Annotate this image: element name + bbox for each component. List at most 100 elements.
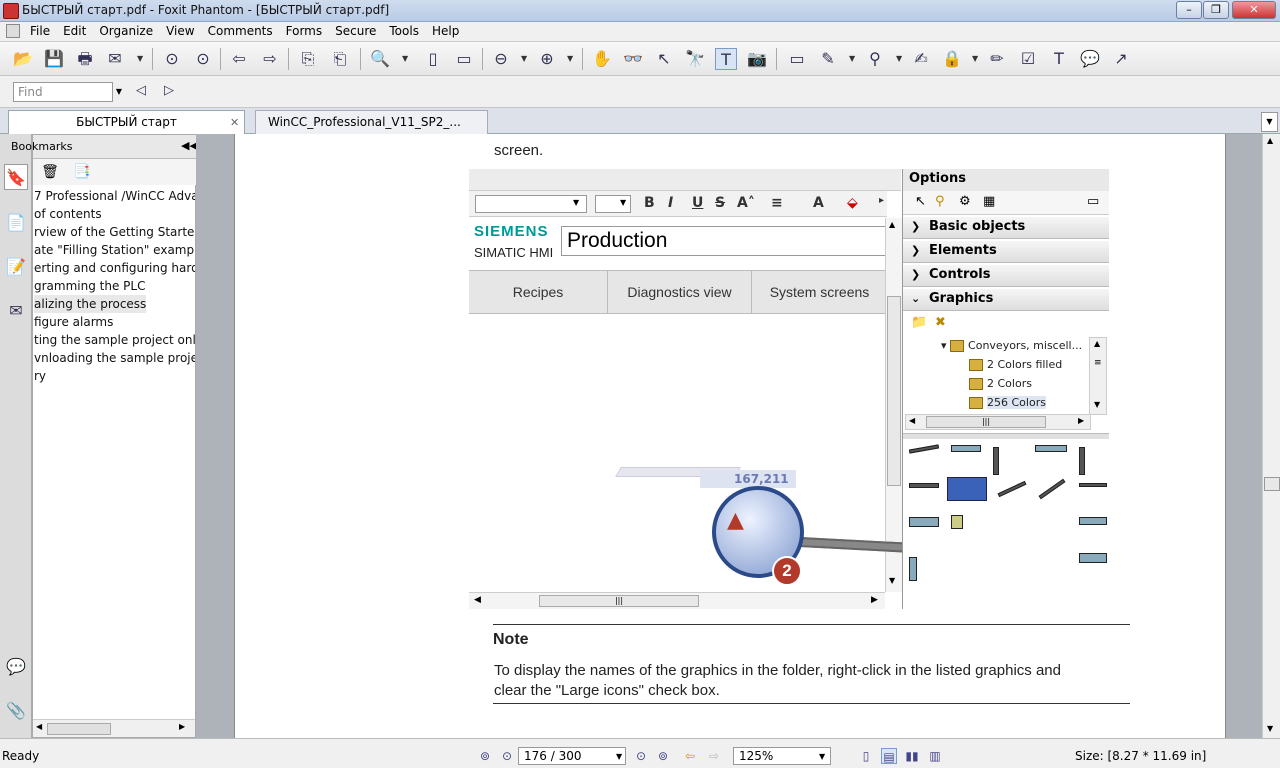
select-tool-icon[interactable]: ↖ (653, 48, 675, 70)
bookmark-item[interactable]: rview of the Getting Started (34, 223, 195, 241)
zoom-in-icon[interactable]: 🔍 (369, 48, 391, 70)
scroll-up-icon[interactable]: ▲ (1267, 136, 1273, 145)
scroll-left-icon[interactable]: ◀ (36, 722, 42, 731)
print-icon[interactable]: 🖶 (74, 48, 96, 70)
find-next-icon[interactable]: ▷ (158, 80, 180, 102)
menu-item-edit[interactable]: Edit (63, 24, 86, 38)
bookmark-item[interactable]: figure alarms (34, 313, 113, 331)
add-bookmark-icon[interactable]: 📑 (73, 163, 91, 181)
email-icon[interactable]: ✉ (104, 48, 126, 70)
next-page-status-icon[interactable]: ⊙ (633, 748, 649, 764)
bookmark-item[interactable]: ting the sample project onlin (34, 331, 195, 349)
typewriter-icon[interactable]: ▭ (786, 48, 808, 70)
go-back-icon[interactable]: ⇦ (682, 748, 698, 764)
arrow-tool-icon[interactable]: ↗ (1110, 48, 1132, 70)
pages-panel-icon[interactable]: 📄 (4, 210, 28, 236)
loupe-tool-icon[interactable]: 👓 (622, 48, 644, 70)
continuous-facing-view-icon[interactable]: ▥ (927, 748, 943, 764)
open-icon[interactable]: 📂 (12, 48, 34, 70)
zoom-level-input[interactable]: 125% (733, 747, 831, 765)
snapshot-icon[interactable]: 📷 (746, 48, 768, 70)
previous-page-icon[interactable]: ⊙ (161, 48, 183, 70)
scroll-down-icon[interactable]: ▼ (1267, 724, 1273, 733)
menu-item-comments[interactable]: Comments (208, 24, 273, 38)
fit-width-icon[interactable]: ▭ (453, 48, 475, 70)
document-scroll-thumb[interactable] (1264, 477, 1280, 491)
insert-pages-icon[interactable]: ⎘ (297, 48, 319, 70)
go-forward-icon[interactable]: ⇨ (706, 748, 722, 764)
menu-item-file[interactable]: File (30, 24, 50, 38)
fit-page-icon[interactable]: ▯ (422, 48, 444, 70)
delete-bookmark-icon[interactable]: 🗑 (41, 163, 59, 181)
bookmarks-horizontal-scrollbar[interactable]: ◀ ▶ (33, 719, 195, 737)
secure-lock-icon[interactable]: 🔒 (941, 48, 963, 70)
menu-item-tools[interactable]: Tools (389, 24, 419, 38)
single-page-view-icon[interactable]: ▯ (858, 748, 874, 764)
stamp-dropdown-icon[interactable]: ▼ (896, 54, 902, 63)
bookmark-item[interactable]: 7 Professional /WinCC Advan (34, 187, 195, 205)
first-page-icon[interactable]: ⊚ (477, 748, 493, 764)
sign-icon[interactable]: ✍ (910, 48, 932, 70)
tab-bystryy-start[interactable]: БЫСТРЫЙ старт (8, 110, 245, 134)
save-icon[interactable]: 💾 (43, 48, 65, 70)
bookmark-item[interactable]: ry (34, 367, 46, 385)
zoom-out-dropdown-icon[interactable]: ▼ (521, 54, 527, 63)
layers-panel-icon[interactable]: 📝 (4, 254, 28, 280)
continuous-view-icon[interactable]: ▤ (881, 748, 897, 764)
last-page-icon[interactable]: ⊚ (655, 748, 671, 764)
zoom-plus-dropdown-icon[interactable]: ▼ (567, 54, 573, 63)
secure-dropdown-icon[interactable]: ▼ (972, 54, 978, 63)
form-check-icon[interactable]: ☑ (1017, 48, 1039, 70)
previous-page-status-icon[interactable]: ⊙ (499, 748, 515, 764)
document-menu-icon[interactable] (6, 24, 20, 38)
menu-item-view[interactable]: View (166, 24, 194, 38)
find-previous-icon[interactable]: ◁ (130, 80, 152, 102)
note-comment-icon[interactable]: 💬 (1079, 48, 1101, 70)
menu-item-secure[interactable]: Secure (335, 24, 376, 38)
tab-list-dropdown-icon[interactable]: ▼ (1261, 112, 1278, 132)
find-dropdown-icon[interactable]: ▼ (113, 82, 125, 102)
bookmark-item[interactable]: ate "Filling Station" example p (34, 241, 195, 259)
bookmark-item[interactable]: of contents (34, 205, 102, 223)
extract-pages-icon[interactable]: ⎗ (329, 48, 351, 70)
zoom-out-icon[interactable]: ⊖ (490, 48, 512, 70)
page-number-input[interactable]: 176 / 300 (518, 747, 626, 765)
facing-view-icon[interactable]: ▮▮ (904, 748, 920, 764)
pencil-icon[interactable]: ✏ (986, 48, 1008, 70)
bookmark-item[interactable]: alizing the process (34, 295, 147, 313)
stamp-icon[interactable]: ⚲ (864, 48, 886, 70)
edit-form-icon[interactable]: ✎ (817, 48, 839, 70)
menu-item-organize[interactable]: Organize (99, 24, 153, 38)
comments-panel-icon[interactable]: 💬 (4, 654, 28, 680)
menu-item-help[interactable]: Help (432, 24, 459, 38)
minimize-button[interactable]: – (1176, 1, 1202, 19)
back-arrow-icon[interactable]: ⇦ (228, 48, 250, 70)
bookmark-item[interactable]: gramming the PLC (34, 277, 145, 295)
tab-wincc-professional[interactable]: WinCC_Professional_V11_SP2_... (255, 110, 488, 134)
scroll-right-icon[interactable]: ▶ (179, 722, 185, 731)
bookmark-item[interactable]: vnloading the sample project (34, 349, 195, 367)
next-page-icon[interactable]: ⊙ (192, 48, 214, 70)
forward-arrow-icon[interactable]: ⇨ (259, 48, 281, 70)
foxit-app-icon[interactable] (3, 3, 19, 19)
scroll-thumb[interactable] (47, 723, 111, 735)
textbox-icon[interactable]: T (1048, 48, 1070, 70)
find-input[interactable]: Find (13, 82, 113, 102)
attachments-panel-icon[interactable]: 📎 (4, 698, 28, 724)
zoom-level-dropdown-icon[interactable]: ▼ (819, 752, 825, 761)
signatures-panel-icon[interactable]: ✉ (4, 298, 28, 324)
menu-item-forms[interactable]: Forms (286, 24, 322, 38)
hand-tool-icon[interactable]: ✋ (591, 48, 613, 70)
document-vertical-scrollbar[interactable]: ▲ ▼ (1262, 134, 1280, 738)
edit-form-dropdown-icon[interactable]: ▼ (849, 54, 855, 63)
bookmark-item[interactable]: erting and configuring hardwa (34, 259, 195, 277)
page-dropdown-icon[interactable]: ▼ (616, 752, 622, 761)
email-dropdown-icon[interactable]: ▼ (137, 54, 143, 63)
close-button[interactable]: ✕ (1232, 1, 1276, 19)
close-tab-icon[interactable]: ✕ (230, 116, 239, 129)
find-tool-icon[interactable]: 🔭 (684, 48, 706, 70)
bookmarks-panel-icon[interactable]: 🔖 (4, 164, 28, 190)
select-text-icon[interactable]: T (715, 48, 737, 70)
zoom-dropdown-icon[interactable]: ▼ (402, 54, 408, 63)
maximize-button[interactable]: ❐ (1203, 1, 1229, 19)
